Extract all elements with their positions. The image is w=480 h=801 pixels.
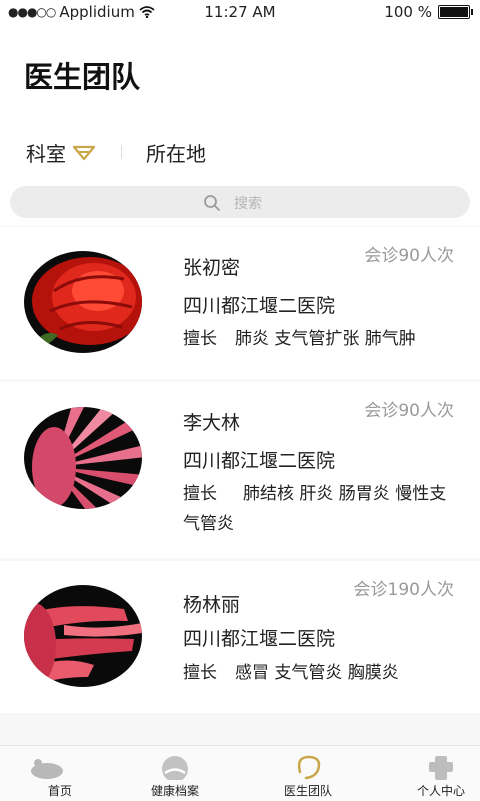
filter-dropdown-icon xyxy=(72,145,96,160)
doctor-name: 李大林 xyxy=(183,412,241,434)
battery-percent: 100 % xyxy=(384,3,432,21)
tab-health-records[interactable]: 健康档案 xyxy=(115,746,235,801)
location-filter[interactable]: 所在地 xyxy=(146,138,206,167)
tab-label: 健康档案 xyxy=(150,784,199,798)
tab-label: 个人中心 xyxy=(416,784,465,798)
doctor-name: 张初密 xyxy=(183,257,241,279)
filter-divider xyxy=(121,145,122,159)
tab-home[interactable]: 首页 xyxy=(0,746,120,801)
tab-doctor-team[interactable]: 医生团队 xyxy=(248,746,368,801)
doctor-card[interactable]: 张初密 会诊90人次 四川都江堰二医院 擅长 肺炎 支气管扩张 肺气肿 xyxy=(0,227,480,379)
specialty-text: 肺结核 肝炎 肠胃炎 慢性支气管炎 xyxy=(183,484,447,534)
status-bar: ●●●○○ Applidium 11:27 AM 100 % xyxy=(0,0,480,24)
search-bar-container: 搜索 xyxy=(0,182,480,226)
specialty-label: 擅长 xyxy=(183,663,217,683)
doctor-avatar xyxy=(24,251,142,353)
tab-bar: 首页 健康档案 医生团队 个人中心 xyxy=(0,745,480,801)
location-filter-label: 所在地 xyxy=(146,142,206,166)
doctor-hospital: 四川都江堰二医院 xyxy=(183,628,336,650)
consultation-count: 会诊90人次 xyxy=(364,246,454,266)
doctor-hospital: 四川都江堰二医院 xyxy=(183,295,336,317)
specialty-text: 肺炎 支气管扩张 肺气肿 xyxy=(235,329,416,349)
search-placeholder: 搜索 xyxy=(234,196,262,212)
specialty-label: 擅长 xyxy=(183,484,217,504)
specialty-text: 感冒 支气管炎 胸膜炎 xyxy=(235,663,399,683)
doctor-team-icon xyxy=(297,755,321,780)
profile-icon xyxy=(429,756,453,780)
consultation-count: 会诊90人次 xyxy=(364,401,454,421)
consultation-count: 会诊190人次 xyxy=(353,580,454,600)
doctor-avatar xyxy=(24,585,142,687)
doctor-specialty: 擅长 肺结核 肝炎 肠胃炎 慢性支气管炎 xyxy=(183,479,463,539)
doctor-card[interactable]: 李大林 会诊90人次 四川都江堰二医院 擅长 肺结核 肝炎 肠胃炎 慢性支气管炎 xyxy=(0,382,480,558)
search-icon xyxy=(204,195,220,211)
home-icon xyxy=(31,759,63,779)
doctor-specialty: 擅长 感冒 支气管炎 胸膜炎 xyxy=(183,658,463,688)
doctor-avatar xyxy=(24,407,142,509)
doctor-card[interactable]: 杨林丽 会诊190人次 四川都江堰二医院 擅长 感冒 支气管炎 胸膜炎 xyxy=(0,561,480,713)
tab-label: 首页 xyxy=(47,784,72,798)
page-title: 医生团队 xyxy=(24,60,141,94)
doctor-name: 杨林丽 xyxy=(183,594,241,616)
doctor-hospital: 四川都江堰二医院 xyxy=(183,450,336,472)
department-filter[interactable]: 科室 xyxy=(26,138,96,167)
department-filter-label: 科室 xyxy=(26,142,66,166)
filter-bar: 科室 所在地 xyxy=(0,118,480,182)
battery-icon xyxy=(438,5,473,19)
search-input[interactable]: 搜索 xyxy=(10,186,470,218)
health-record-icon xyxy=(162,756,188,780)
doctor-specialty: 擅长 肺炎 支气管扩张 肺气肿 xyxy=(183,324,463,354)
page-header: 医生团队 xyxy=(0,24,480,118)
tab-label: 医生团队 xyxy=(283,784,332,798)
tab-profile[interactable]: 个人中心 xyxy=(381,746,480,801)
specialty-label: 擅长 xyxy=(183,329,217,349)
